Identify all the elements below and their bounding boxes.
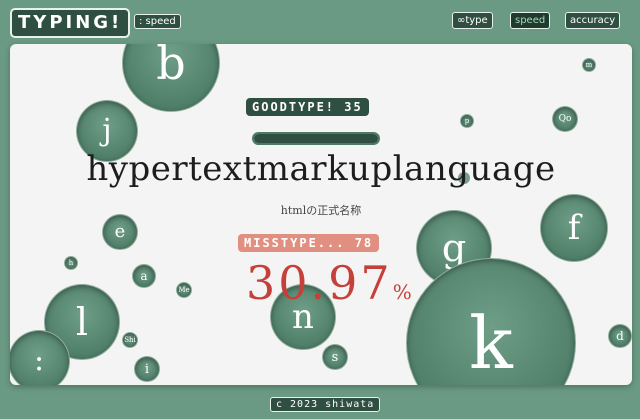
bubble-letter: b: [156, 44, 186, 90]
bubble-letter: :: [33, 343, 45, 378]
letter-bubble: e: [102, 214, 138, 250]
nav-accuracy-link[interactable]: accuracy: [565, 12, 621, 29]
accuracy-unit: %: [392, 280, 415, 304]
target-word: hypertextmarkuplanguage: [86, 149, 556, 189]
bubble-letter: s: [331, 349, 339, 365]
bubble-letter: Me: [178, 285, 190, 294]
game-panel[interactable]: b j e a l : n s i g f k d Me Shi p m Qo …: [10, 44, 632, 385]
progress-bar-fill: [254, 134, 378, 143]
letter-bubble: :: [10, 330, 70, 385]
bubble-letter: l: [75, 300, 89, 344]
letter-bubble: h: [64, 256, 78, 270]
bubble-letter: Shi: [124, 335, 136, 344]
letter-bubble: s: [322, 344, 348, 370]
letter-bubble: b: [122, 44, 220, 112]
goodtype-combo-badge: GOODTYPE! 35: [246, 98, 369, 116]
bubble-letter: i: [144, 361, 150, 377]
bubble-letter: j: [102, 113, 112, 148]
letter-bubble: p: [460, 114, 474, 128]
bubble-letter: e: [114, 221, 126, 242]
bubble-letter: d: [616, 329, 624, 343]
letter-bubble: a: [132, 264, 156, 288]
accuracy-value: 30.97: [246, 256, 393, 310]
bubble-letter: h: [68, 258, 74, 267]
nav-type-link[interactable]: ∞type: [452, 12, 493, 29]
app-title: TYPING!: [10, 8, 131, 38]
word-hint: htmlの正式名称: [280, 204, 362, 217]
nav-speed-link[interactable]: speed: [510, 12, 551, 29]
letter-bubble: Me: [176, 282, 192, 298]
letter-bubble: i: [134, 356, 160, 382]
letter-bubble: Shi: [122, 332, 138, 348]
bubble-letter: m: [585, 60, 593, 69]
bubble-letter: Qo: [558, 113, 572, 124]
bubble-letter: g: [441, 226, 467, 270]
bubble-letter: k: [469, 301, 513, 385]
misstype-count-badge: MISSTYPE... 78: [238, 234, 380, 252]
mode-subtitle: : speed: [134, 14, 181, 29]
footer-credit-link[interactable]: c 2023 shiwata: [270, 397, 381, 412]
progress-bar: [252, 132, 380, 145]
letter-bubble: d: [608, 324, 632, 348]
bubble-letter: a: [140, 269, 148, 283]
bubble-letter: p: [464, 116, 470, 125]
accuracy-readout: 30.97%: [246, 256, 415, 310]
letter-bubble: Qo: [552, 106, 578, 132]
letter-bubble: m: [582, 58, 596, 72]
